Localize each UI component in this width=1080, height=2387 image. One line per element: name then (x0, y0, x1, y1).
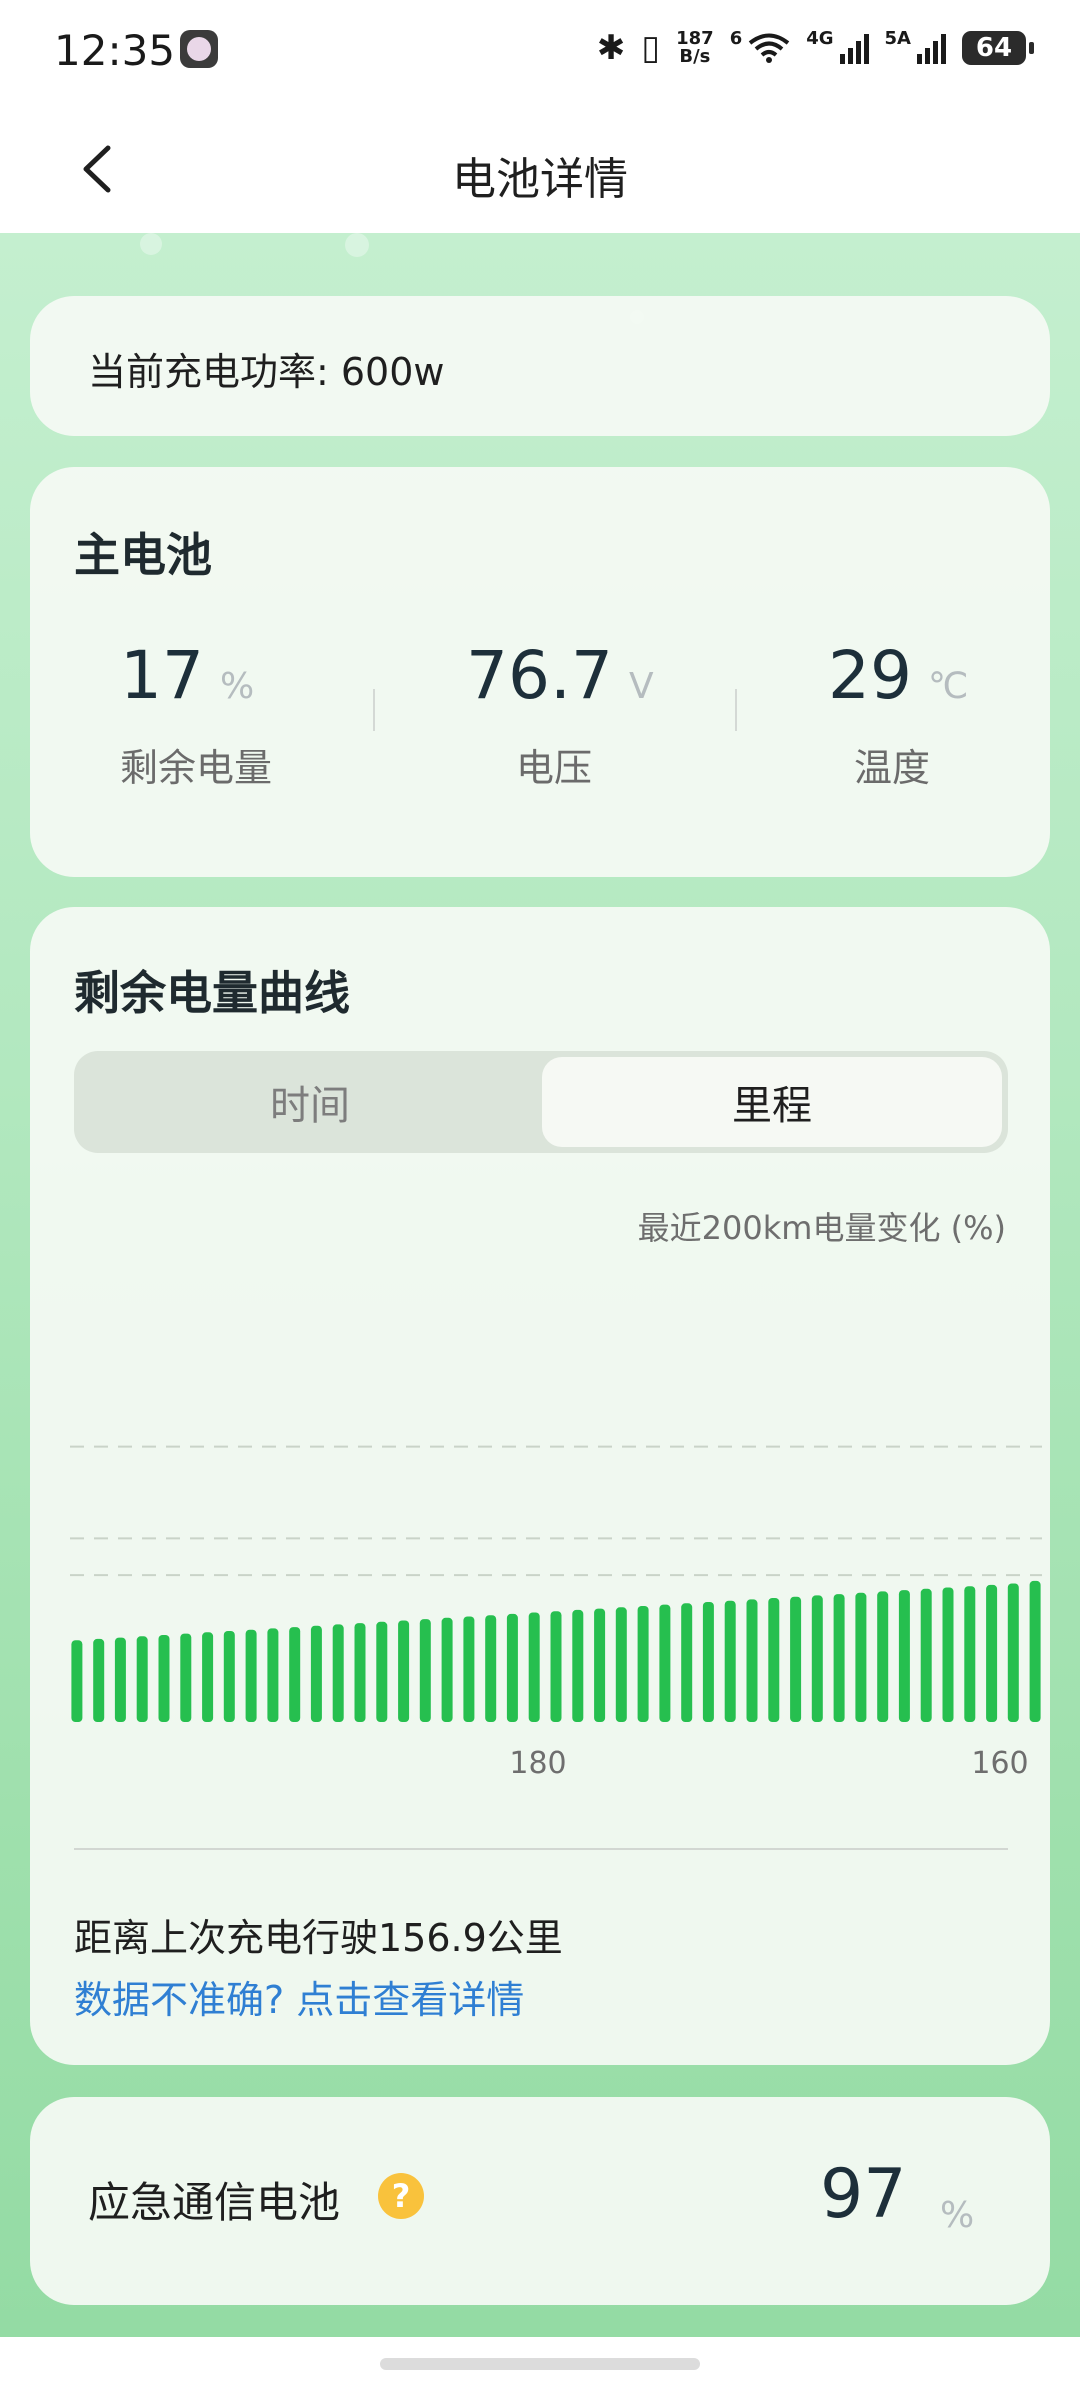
voltage-unit: V (628, 666, 654, 707)
chart-bar (659, 1604, 671, 1722)
chart-bar (898, 1590, 910, 1722)
chart-x-tick-label: 180 (509, 1746, 566, 1781)
chart-bar (485, 1615, 497, 1722)
main-battery-card: 主电池 17% 剩余电量 76.7 V 电压 29 ℃ 温度 (30, 467, 1050, 877)
chart-bar (398, 1620, 410, 1722)
chart-x-tick-label: 160 (971, 1746, 1028, 1781)
status-icons: ✱ ▯ 187 B/s 6 4G 5A 64 (596, 28, 1034, 68)
chart-bar (790, 1596, 802, 1722)
temperature-value: 29 (828, 637, 912, 714)
chart-bar (637, 1606, 649, 1722)
remaining-metric: 17% (120, 637, 254, 714)
remaining-label: 剩余电量 (120, 746, 273, 790)
chart-bar (441, 1617, 453, 1722)
chart-bar (202, 1632, 214, 1722)
voltage-metric: 76.7 V (466, 637, 654, 714)
decor-dot (140, 233, 162, 255)
battery-icon: 64 (962, 31, 1034, 65)
battery-bar-chart: 180 160 (70, 1445, 1042, 1781)
help-icon[interactable]: ? (378, 2173, 424, 2219)
app-header: 电池详情 (0, 105, 1080, 233)
chart-bar (71, 1640, 83, 1722)
chart-bar (877, 1591, 889, 1722)
chart-bar (463, 1616, 475, 1722)
wifi-icon (748, 33, 790, 63)
status-bar: 12:35 ✱ ▯ 187 B/s 6 4G 5A 64 (0, 0, 1080, 105)
chart-bar (855, 1592, 867, 1722)
chart-bar (1029, 1580, 1041, 1722)
main-battery-title: 主电池 (74, 528, 212, 582)
chart-bar (267, 1628, 279, 1722)
remaining-value: 17 (120, 637, 204, 714)
section-divider (74, 1848, 1008, 1850)
metric-divider (735, 689, 737, 731)
distance-since-charge: 距离上次充电行驶156.9公里 (74, 1916, 563, 1960)
wifi-label: 6 (729, 28, 743, 49)
chart-bar (93, 1638, 105, 1722)
net-speed-unit: B/s (679, 46, 711, 67)
metric-divider (373, 689, 375, 731)
inaccurate-data-link[interactable]: 数据不准确? 点击查看详情 (74, 1969, 524, 2024)
sim2-label: 5A (884, 28, 911, 49)
chart-bar (986, 1584, 998, 1722)
chart-bar (310, 1625, 322, 1722)
temperature-label: 温度 (854, 746, 931, 790)
chart-bar (1007, 1583, 1019, 1722)
charging-power-text: 当前充电功率: 600w (88, 350, 445, 394)
notification-app-icon (180, 30, 218, 68)
temperature-unit: ℃ (927, 666, 969, 707)
net-speed: 187 B/s (676, 30, 714, 66)
sim1-label: 4G (806, 28, 834, 49)
chart-bar (724, 1600, 736, 1722)
chart-bar (920, 1588, 932, 1722)
chart-bar (811, 1595, 823, 1722)
status-time: 12:35 (54, 26, 176, 75)
temperature-metric: 29 ℃ (828, 637, 968, 714)
charging-power-card: 当前充电功率: 600w (30, 296, 1050, 436)
chart-bar (114, 1637, 126, 1722)
decor-dot (345, 233, 369, 257)
chart-bar (702, 1602, 714, 1722)
chart-bar (245, 1629, 257, 1722)
chart-bar (681, 1603, 693, 1722)
vibrate-icon: ▯ (641, 28, 661, 68)
remaining-unit: % (219, 666, 255, 707)
sim2-signal-icon (917, 32, 946, 64)
chart-bar (332, 1624, 344, 1722)
chart-bar (572, 1609, 584, 1722)
chart-bar (594, 1608, 606, 1722)
chart-bar (964, 1586, 976, 1722)
chart-bar (528, 1612, 540, 1722)
chart-bar (833, 1594, 845, 1722)
chart-bar (180, 1633, 192, 1722)
chart-bar (550, 1611, 562, 1722)
home-indicator[interactable] (380, 2358, 700, 2370)
chart-bar (376, 1621, 388, 1722)
emergency-battery-value: 97 (820, 2155, 907, 2234)
emergency-battery-label: 应急通信电池 (88, 2178, 341, 2227)
voltage-label: 电压 (516, 746, 593, 790)
chart-bar (354, 1623, 366, 1722)
sim1-signal-icon (839, 32, 869, 64)
chart-bar (746, 1599, 758, 1722)
page-title: 电池详情 (452, 154, 628, 205)
battery-level: 64 (975, 33, 1013, 63)
chart-bar (768, 1598, 780, 1722)
chart-bar (158, 1635, 170, 1722)
battery-curve-card: 剩余电量曲线 时间 里程 最近200km电量变化 (%) 180 160 距离上次… (30, 907, 1050, 2065)
chart-bar (136, 1636, 148, 1722)
bluetooth-icon: ✱ (596, 28, 626, 68)
emergency-battery-unit: % (940, 2195, 975, 2236)
emergency-battery-card: 应急通信电池 ? 97 % (30, 2097, 1050, 2305)
chart-bar (615, 1607, 627, 1722)
chart-bar (506, 1613, 518, 1722)
chart-bar (419, 1619, 431, 1722)
chart-bar (289, 1627, 301, 1722)
voltage-value: 76.7 (466, 637, 613, 714)
chart-bar (942, 1587, 954, 1722)
chart-bar (223, 1631, 235, 1722)
